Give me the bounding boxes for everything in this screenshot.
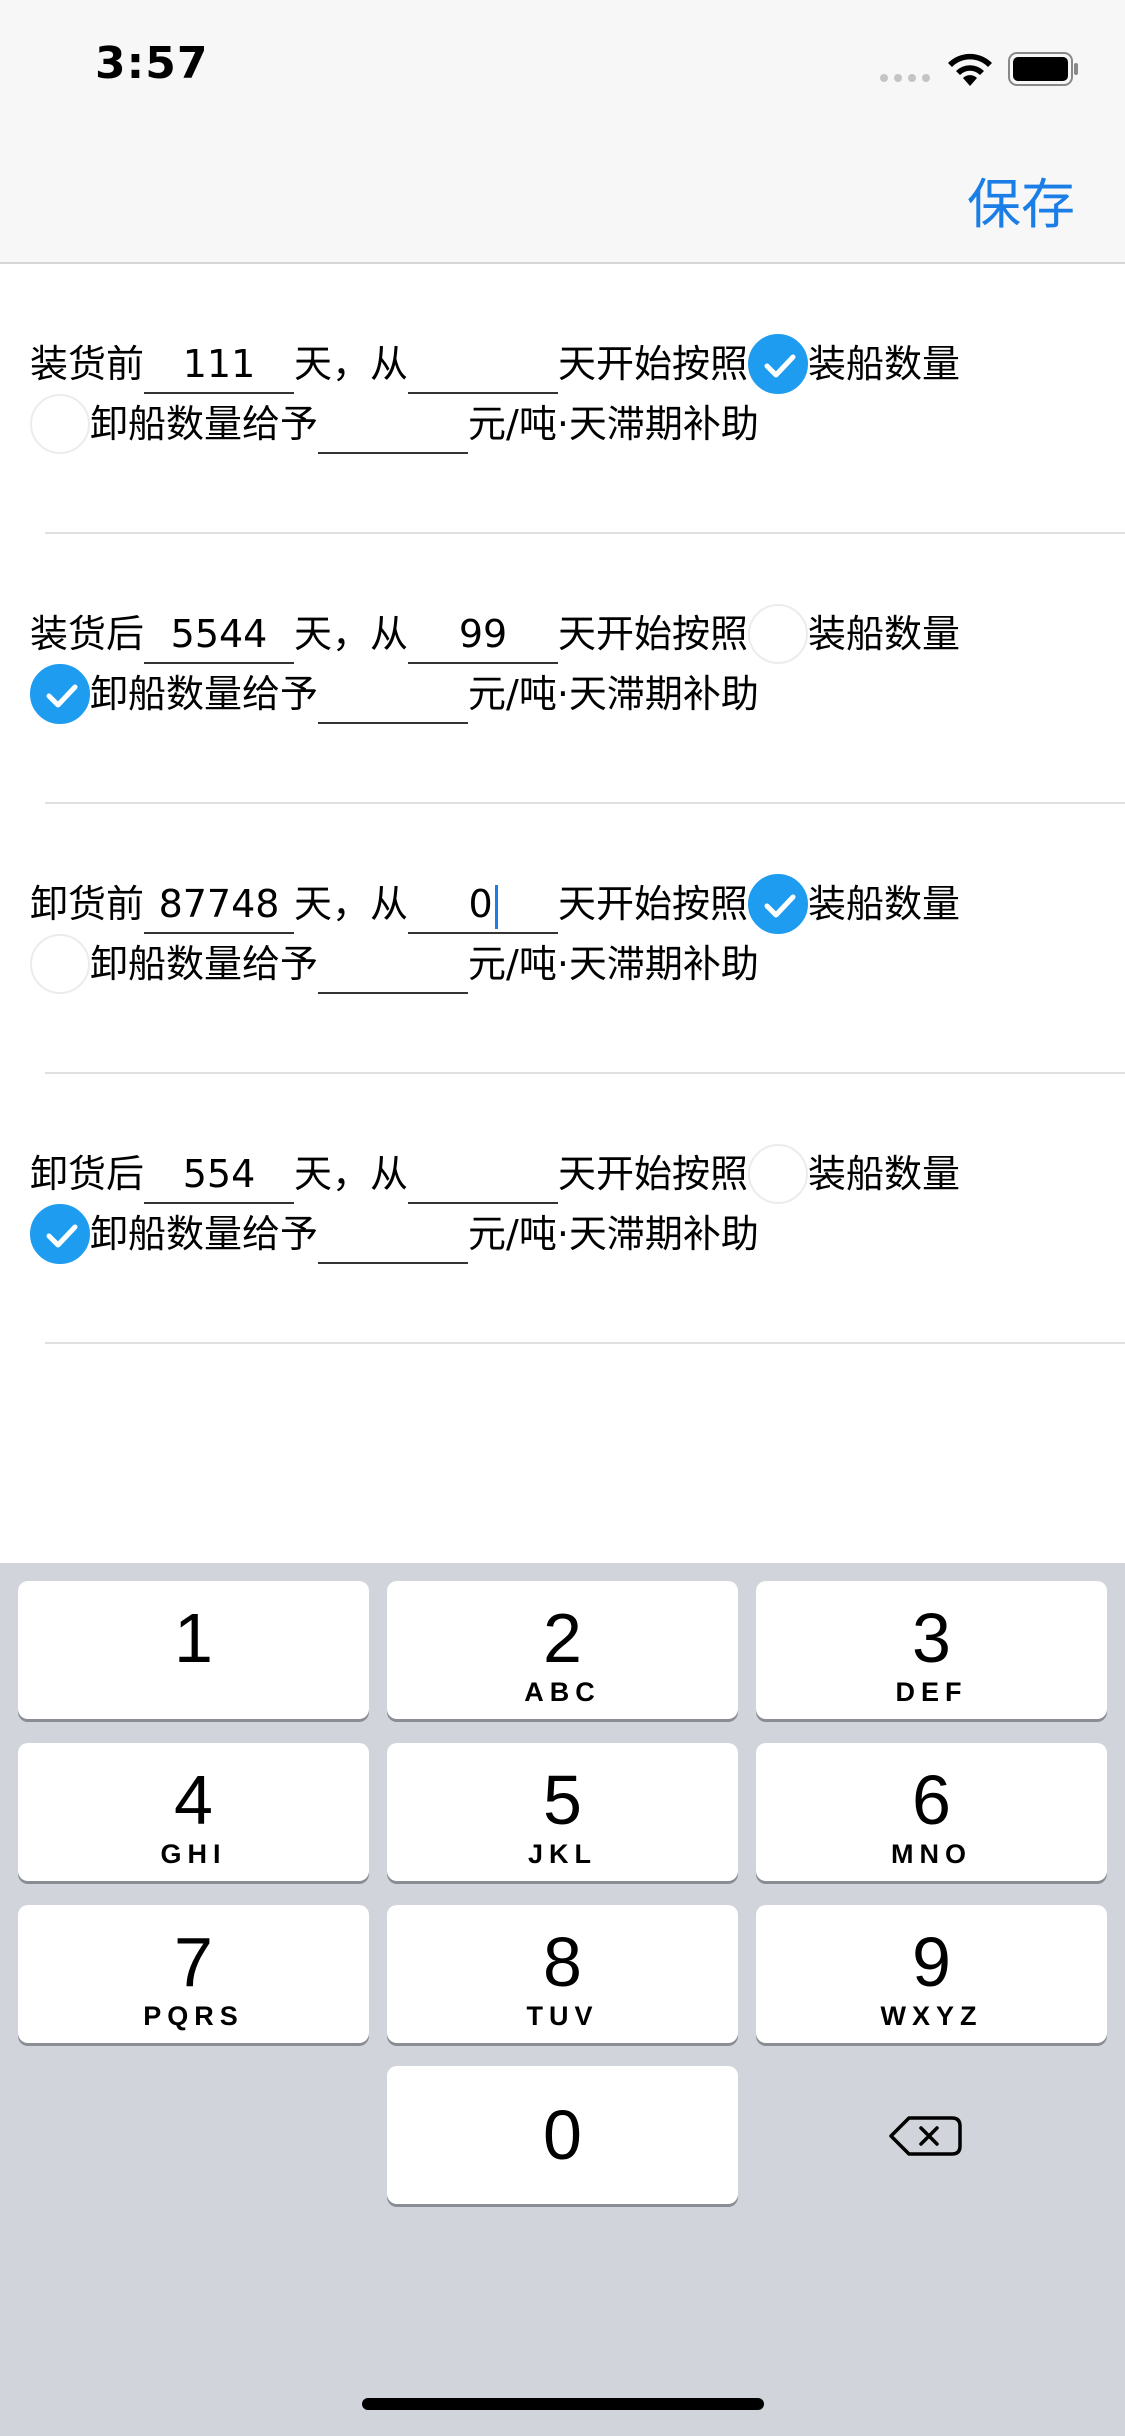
unload-quantity-label: 卸船数量给予 xyxy=(90,402,319,446)
key-letters: MNO xyxy=(891,1839,972,1869)
key-9[interactable]: 9 WXYZ xyxy=(756,1905,1107,2043)
unload-quantity-label: 卸船数量给予 xyxy=(90,942,319,986)
key-1[interactable]: 1 xyxy=(18,1581,369,1719)
rate-input[interactable] xyxy=(318,1204,469,1264)
start-label: 天开始按照 xyxy=(558,612,749,656)
rate-input[interactable] xyxy=(318,394,469,454)
key-digit: 8 xyxy=(543,1923,582,2001)
key-8[interactable]: 8 TUV xyxy=(387,1905,738,2043)
days-from-label: 天，从 xyxy=(294,612,409,656)
load-quantity-radio[interactable] xyxy=(748,334,809,394)
subsidy-row: 卸货后 554 天，从 天开始按照 装船数量 卸船数量给予 元/吨·天滞期补助 xyxy=(0,1074,1125,1344)
row-line-2: 卸船数量给予 元/吨·天滞期补助 xyxy=(30,1204,759,1264)
load-quantity-radio[interactable] xyxy=(748,1144,809,1204)
start-days-input[interactable] xyxy=(408,334,559,394)
days-input[interactable]: 554 xyxy=(144,1144,295,1204)
days-from-label: 天，从 xyxy=(294,1152,409,1196)
key-digit: 7 xyxy=(174,1923,213,2001)
key-7[interactable]: 7 PQRS xyxy=(18,1905,369,2043)
start-label: 天开始按照 xyxy=(558,882,749,926)
key-digit: 9 xyxy=(912,1923,951,2001)
key-letters: TUV xyxy=(526,2001,599,2031)
key-5[interactable]: 5 JKL xyxy=(387,1743,738,1881)
unload-quantity-radio[interactable] xyxy=(30,1204,90,1264)
row-prefix: 卸货后 xyxy=(30,1152,145,1196)
load-quantity-radio[interactable] xyxy=(748,874,809,934)
unload-quantity-radio[interactable] xyxy=(30,934,90,994)
load-quantity-label: 装船数量 xyxy=(808,882,961,926)
days-from-label: 天，从 xyxy=(294,342,409,386)
key-digit: 2 xyxy=(543,1599,582,1677)
unload-quantity-radio[interactable] xyxy=(30,394,90,454)
load-quantity-label: 装船数量 xyxy=(808,612,961,656)
rate-input[interactable] xyxy=(318,934,469,994)
row-line-1: 卸货后 554 天，从 天开始按照 装船数量 xyxy=(30,1144,960,1204)
row-prefix: 装货前 xyxy=(30,342,145,386)
battery-icon xyxy=(1008,52,1078,86)
row-line-1: 装货后 5544 天，从 99 天开始按照 装船数量 xyxy=(30,604,960,664)
key-letters: PQRS xyxy=(143,2001,244,2031)
key-0[interactable]: 0 xyxy=(387,2066,738,2204)
row-prefix: 装货后 xyxy=(30,612,145,656)
start-label: 天开始按照 xyxy=(558,342,749,386)
key-4[interactable]: 4 GHI xyxy=(18,1743,369,1881)
status-time: 3:57 xyxy=(95,38,209,89)
key-2[interactable]: 2 ABC xyxy=(387,1581,738,1719)
start-label: 天开始按照 xyxy=(558,1152,749,1196)
status-bar: 3:57 xyxy=(0,0,1125,140)
key-digit: 6 xyxy=(912,1761,951,1839)
days-input[interactable]: 5544 xyxy=(144,604,295,664)
key-letters: ABC xyxy=(524,1677,601,1707)
key-letters: GHI xyxy=(160,1839,227,1869)
text-cursor xyxy=(494,884,498,929)
unload-quantity-label: 卸船数量给予 xyxy=(90,1212,319,1256)
start-days-input[interactable]: 99 xyxy=(408,604,559,664)
cellular-signal-icon xyxy=(880,74,932,84)
days-from-label: 天，从 xyxy=(294,882,409,926)
key-digit: 1 xyxy=(174,1599,213,1677)
start-days-input[interactable]: 0 xyxy=(408,874,559,934)
home-indicator xyxy=(362,2398,764,2410)
key-digit: 0 xyxy=(543,2096,582,2174)
wifi-icon xyxy=(948,53,992,86)
key-letters: JKL xyxy=(527,1839,597,1869)
rate-unit-label: 元/吨·天滞期补助 xyxy=(468,942,759,986)
row-prefix: 卸货前 xyxy=(30,882,145,926)
subsidy-row: 卸货前 87748 天，从 0 天开始按照 装船数量 卸船数量给予 元/吨·天滞… xyxy=(0,804,1125,1074)
row-line-2: 卸船数量给予 元/吨·天滞期补助 xyxy=(30,394,759,454)
key-6[interactable]: 6 MNO xyxy=(756,1743,1107,1881)
key-digit: 3 xyxy=(912,1599,951,1677)
start-days-input[interactable] xyxy=(408,1144,559,1204)
rate-unit-label: 元/吨·天滞期补助 xyxy=(468,1212,759,1256)
row-line-1: 装货前 111 天，从 天开始按照 装船数量 xyxy=(30,334,960,394)
row-line-2: 卸船数量给予 元/吨·天滞期补助 xyxy=(30,934,759,994)
subsidy-row: 装货前 111 天，从 天开始按照 装船数量 卸船数量给予 元/吨·天滞期补助 xyxy=(0,264,1125,534)
key-letters: DEF xyxy=(895,1677,968,1707)
load-quantity-label: 装船数量 xyxy=(808,1152,961,1196)
key-digit: 5 xyxy=(543,1761,582,1839)
days-input[interactable]: 111 xyxy=(144,334,295,394)
rate-input[interactable] xyxy=(318,664,469,724)
key-letters: WXYZ xyxy=(880,2001,983,2031)
backspace-icon[interactable] xyxy=(756,2066,1107,2204)
row-line-2: 卸船数量给予 元/吨·天滞期补助 xyxy=(30,664,759,724)
unload-quantity-label: 卸船数量给予 xyxy=(90,672,319,716)
row-line-1: 卸货前 87748 天，从 0 天开始按照 装船数量 xyxy=(30,874,960,934)
navigation-bar: 保存 xyxy=(0,140,1125,264)
rate-unit-label: 元/吨·天滞期补助 xyxy=(468,402,759,446)
unload-quantity-radio[interactable] xyxy=(30,664,90,724)
subsidy-row: 装货后 5544 天，从 99 天开始按照 装船数量 卸船数量给予 元/吨·天滞… xyxy=(0,534,1125,804)
load-quantity-label: 装船数量 xyxy=(808,342,961,386)
days-input[interactable]: 87748 xyxy=(144,874,295,934)
rate-unit-label: 元/吨·天滞期补助 xyxy=(468,672,759,716)
save-button[interactable]: 保存 xyxy=(967,160,1075,239)
key-digit: 4 xyxy=(174,1761,213,1839)
load-quantity-radio[interactable] xyxy=(748,604,809,664)
key-3[interactable]: 3 DEF xyxy=(756,1581,1107,1719)
row-divider xyxy=(45,1342,1125,1344)
